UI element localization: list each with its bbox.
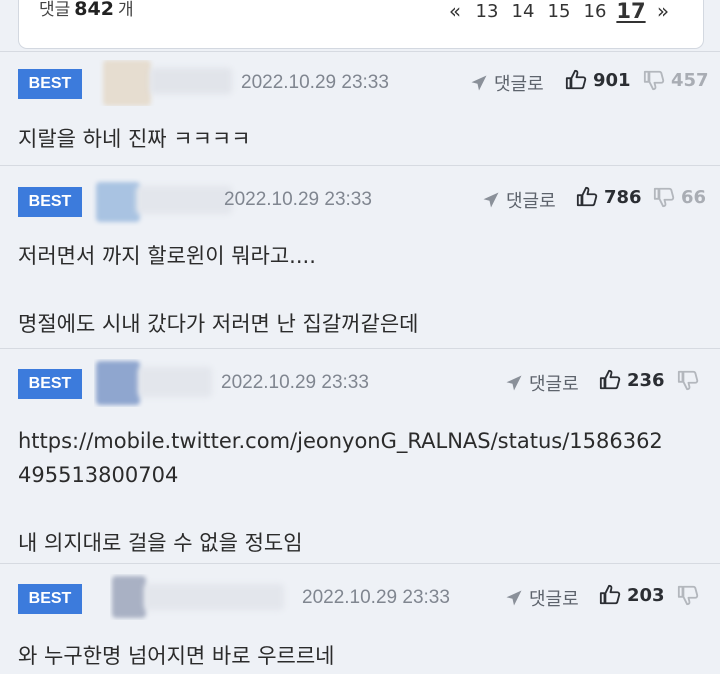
next-page-button[interactable]: » xyxy=(649,0,677,23)
dislike-button[interactable]: 66 xyxy=(653,186,706,208)
comment-count-label: 댓글 xyxy=(39,0,71,20)
like-count: 236 xyxy=(627,369,665,391)
comment-date: 2022.10.29 23:33 xyxy=(302,587,450,608)
like-button[interactable]: 203 xyxy=(599,584,665,606)
comment-date: 2022.10.29 23:33 xyxy=(241,72,389,93)
comment-count-unit: 개 xyxy=(117,0,134,20)
dislike-button[interactable]: 457 xyxy=(643,69,709,91)
like-button[interactable]: 786 xyxy=(576,186,642,208)
thumbs-up-icon xyxy=(565,69,587,90)
page-link-13[interactable]: 13 xyxy=(469,1,505,22)
comment-text: https://mobile.twitter.com/jeonyonG_RALN… xyxy=(18,429,663,555)
thumbs-down-icon xyxy=(653,187,675,208)
dislike-button[interactable] xyxy=(677,369,705,391)
best-badge: BEST xyxy=(18,584,82,614)
comment-item: BEST 2022.10.29 23:33 댓글로 203 와 누구한명 넘어지… xyxy=(0,563,720,674)
reply-label: 댓글로 xyxy=(529,374,579,395)
reply-button[interactable]: 댓글로 xyxy=(505,370,579,396)
comment-item: BEST 2022.10.29 23:33 댓글로 786 66 저러면서 까지… xyxy=(0,165,720,349)
best-badge: BEST xyxy=(18,369,82,399)
page-link-current[interactable]: 17 xyxy=(613,0,649,23)
dislike-count: 66 xyxy=(681,186,707,208)
reply-label: 댓글로 xyxy=(506,191,556,212)
reply-label: 댓글로 xyxy=(494,74,544,95)
comment-item: BEST 2022.10.29 23:33 댓글로 901 457 지랄을 하네… xyxy=(0,51,720,166)
avatar[interactable] xyxy=(94,359,219,407)
thumbs-down-icon xyxy=(677,370,699,391)
avatar[interactable] xyxy=(110,574,290,620)
like-count: 786 xyxy=(604,186,642,208)
thumbs-up-icon xyxy=(599,584,621,605)
send-arrow-icon xyxy=(471,75,487,91)
prev-page-button[interactable]: « xyxy=(441,0,469,23)
page-link-15[interactable]: 15 xyxy=(541,1,577,22)
comment-text: 저러면서 까지 할로윈이 뭐라고.... 명절에도 시내 갔다가 저러면 난 집… xyxy=(18,244,419,336)
comment-text: 지랄을 하네 진짜 ㅋㅋㅋㅋ xyxy=(18,127,251,151)
page-link-16[interactable]: 16 xyxy=(577,1,613,22)
dislike-count: 457 xyxy=(671,69,709,91)
reply-button[interactable]: 댓글로 xyxy=(505,585,579,611)
like-count: 901 xyxy=(593,69,631,91)
send-arrow-icon xyxy=(506,375,522,391)
send-arrow-icon xyxy=(506,590,522,606)
avatar[interactable] xyxy=(92,178,242,226)
like-button[interactable]: 236 xyxy=(599,369,665,391)
thumbs-up-icon xyxy=(576,186,598,207)
thumbs-up-icon xyxy=(599,369,621,390)
page-link-14[interactable]: 14 xyxy=(505,1,541,22)
thumbs-down-icon xyxy=(677,585,699,606)
comment-count-number: 842 xyxy=(74,0,114,20)
avatar[interactable] xyxy=(88,60,238,106)
pagination: « 13 14 15 16 17 » xyxy=(441,0,677,28)
comment-date: 2022.10.29 23:33 xyxy=(221,372,369,393)
like-button[interactable]: 901 xyxy=(565,69,631,91)
best-badge: BEST xyxy=(18,69,82,99)
comment-date: 2022.10.29 23:33 xyxy=(224,189,372,210)
comment-item: BEST 2022.10.29 23:33 댓글로 236 https://mo… xyxy=(0,348,720,564)
thumbs-down-icon xyxy=(643,70,665,91)
comment-text: 와 누구한명 넘어지면 바로 우르르네 xyxy=(18,644,335,668)
send-arrow-icon xyxy=(483,192,499,208)
reply-label: 댓글로 xyxy=(529,589,579,610)
comment-count: 댓글 842 개 xyxy=(39,0,134,20)
reply-button[interactable]: 댓글로 xyxy=(482,187,556,213)
reply-button[interactable]: 댓글로 xyxy=(470,70,544,96)
best-badge: BEST xyxy=(18,187,82,217)
dislike-button[interactable] xyxy=(677,584,705,606)
like-count: 203 xyxy=(627,584,665,606)
comments-header: 댓글 842 개 « 13 14 15 16 17 » xyxy=(18,0,704,49)
